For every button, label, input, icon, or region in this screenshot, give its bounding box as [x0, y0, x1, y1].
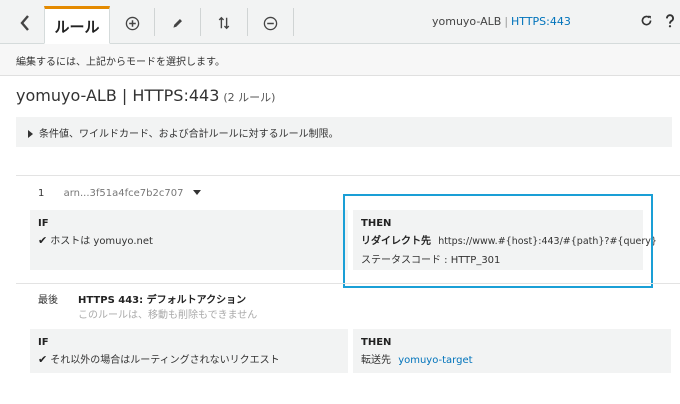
default-rule-title: HTTPS 443: デフォルトアクション: [78, 295, 247, 306]
page-title-text: yomuyo-ALB | HTTPS:443: [16, 86, 220, 105]
sort-arrows-icon: [218, 16, 230, 30]
default-condition-text: それ以外の場合はルーティングされないリクエスト: [50, 355, 280, 366]
default-condition: ✔ それ以外の場合はルーティングされないリクエスト: [38, 351, 340, 366]
refresh-button[interactable]: [640, 14, 653, 30]
checkmark-icon: ✔: [38, 234, 48, 247]
listener-link[interactable]: HTTPS:443: [511, 15, 571, 28]
forward-label: 転送先: [361, 355, 391, 366]
default-if-panel: IF ✔ それ以外の場合はルーティングされないリクエスト: [30, 329, 348, 373]
title-separator: |: [504, 15, 509, 28]
caret-down-icon[interactable]: [192, 190, 201, 195]
default-then-panel: THEN 転送先 yomuyo-target: [353, 329, 671, 373]
back-button[interactable]: [8, 6, 42, 40]
add-rule-button[interactable]: [110, 6, 154, 40]
rule-1-arn[interactable]: arn...3f51a4fce7b2c707: [64, 188, 184, 199]
if-label: IF: [38, 218, 49, 229]
pencil-icon: [172, 18, 182, 28]
tab-rules[interactable]: ルール: [44, 6, 110, 44]
expand-triangle-icon: [28, 130, 33, 138]
chevron-left-icon: [20, 15, 29, 31]
rule-1-condition-text: ホストは yomuyo.net: [50, 236, 153, 247]
target-group-link[interactable]: yomuyo-target: [398, 355, 472, 366]
edit-rules-button[interactable]: [155, 6, 199, 40]
rule-limits-expander[interactable]: 条件値、ワイルドカード、および合計ルールに対するルール制限。: [16, 117, 672, 147]
minus-circle-icon: [263, 16, 277, 30]
rule-1-header: 1 arn...3f51a4fce7b2c707: [38, 188, 201, 199]
refresh-icon: [641, 15, 652, 26]
divider: [16, 175, 680, 176]
rule-1-condition: ✔ ホストは yomuyo.net: [38, 232, 340, 247]
plus-circle-icon: [125, 16, 139, 30]
rule-1-if-panel: IF ✔ ホストは yomuyo.net: [30, 210, 348, 270]
rule-count: (2 ルール): [223, 91, 276, 104]
delete-rules-button[interactable]: [248, 6, 292, 40]
highlight-box: [343, 194, 653, 288]
toolbar: ルール yomuyo-ALB | HTTPS:443: [0, 0, 680, 44]
default-forward: 転送先 yomuyo-target: [361, 351, 663, 366]
reorder-rules-button[interactable]: [202, 6, 246, 40]
help-icon: [665, 14, 674, 28]
default-rule-position: 最後: [38, 295, 58, 306]
if-label: IF: [38, 337, 49, 348]
mode-hint: 編集するには、上記からモードを選択します。: [0, 44, 680, 76]
help-button[interactable]: [664, 14, 676, 31]
listener-title: yomuyo-ALB | HTTPS:443: [432, 15, 571, 28]
checkmark-icon: ✔: [38, 353, 48, 366]
default-rule-note: このルールは、移動も削除もできません: [78, 310, 258, 321]
divider: [16, 283, 680, 284]
tab-rules-label: ルール: [54, 17, 100, 36]
page-title: yomuyo-ALB | HTTPS:443 (2 ルール): [16, 86, 275, 105]
rule-limits-text: 条件値、ワイルドカード、および合計ルールに対するルール制限。: [39, 129, 339, 140]
then-label: THEN: [361, 337, 392, 348]
rule-1-number: 1: [38, 188, 45, 199]
load-balancer-name: yomuyo-ALB: [432, 15, 502, 28]
